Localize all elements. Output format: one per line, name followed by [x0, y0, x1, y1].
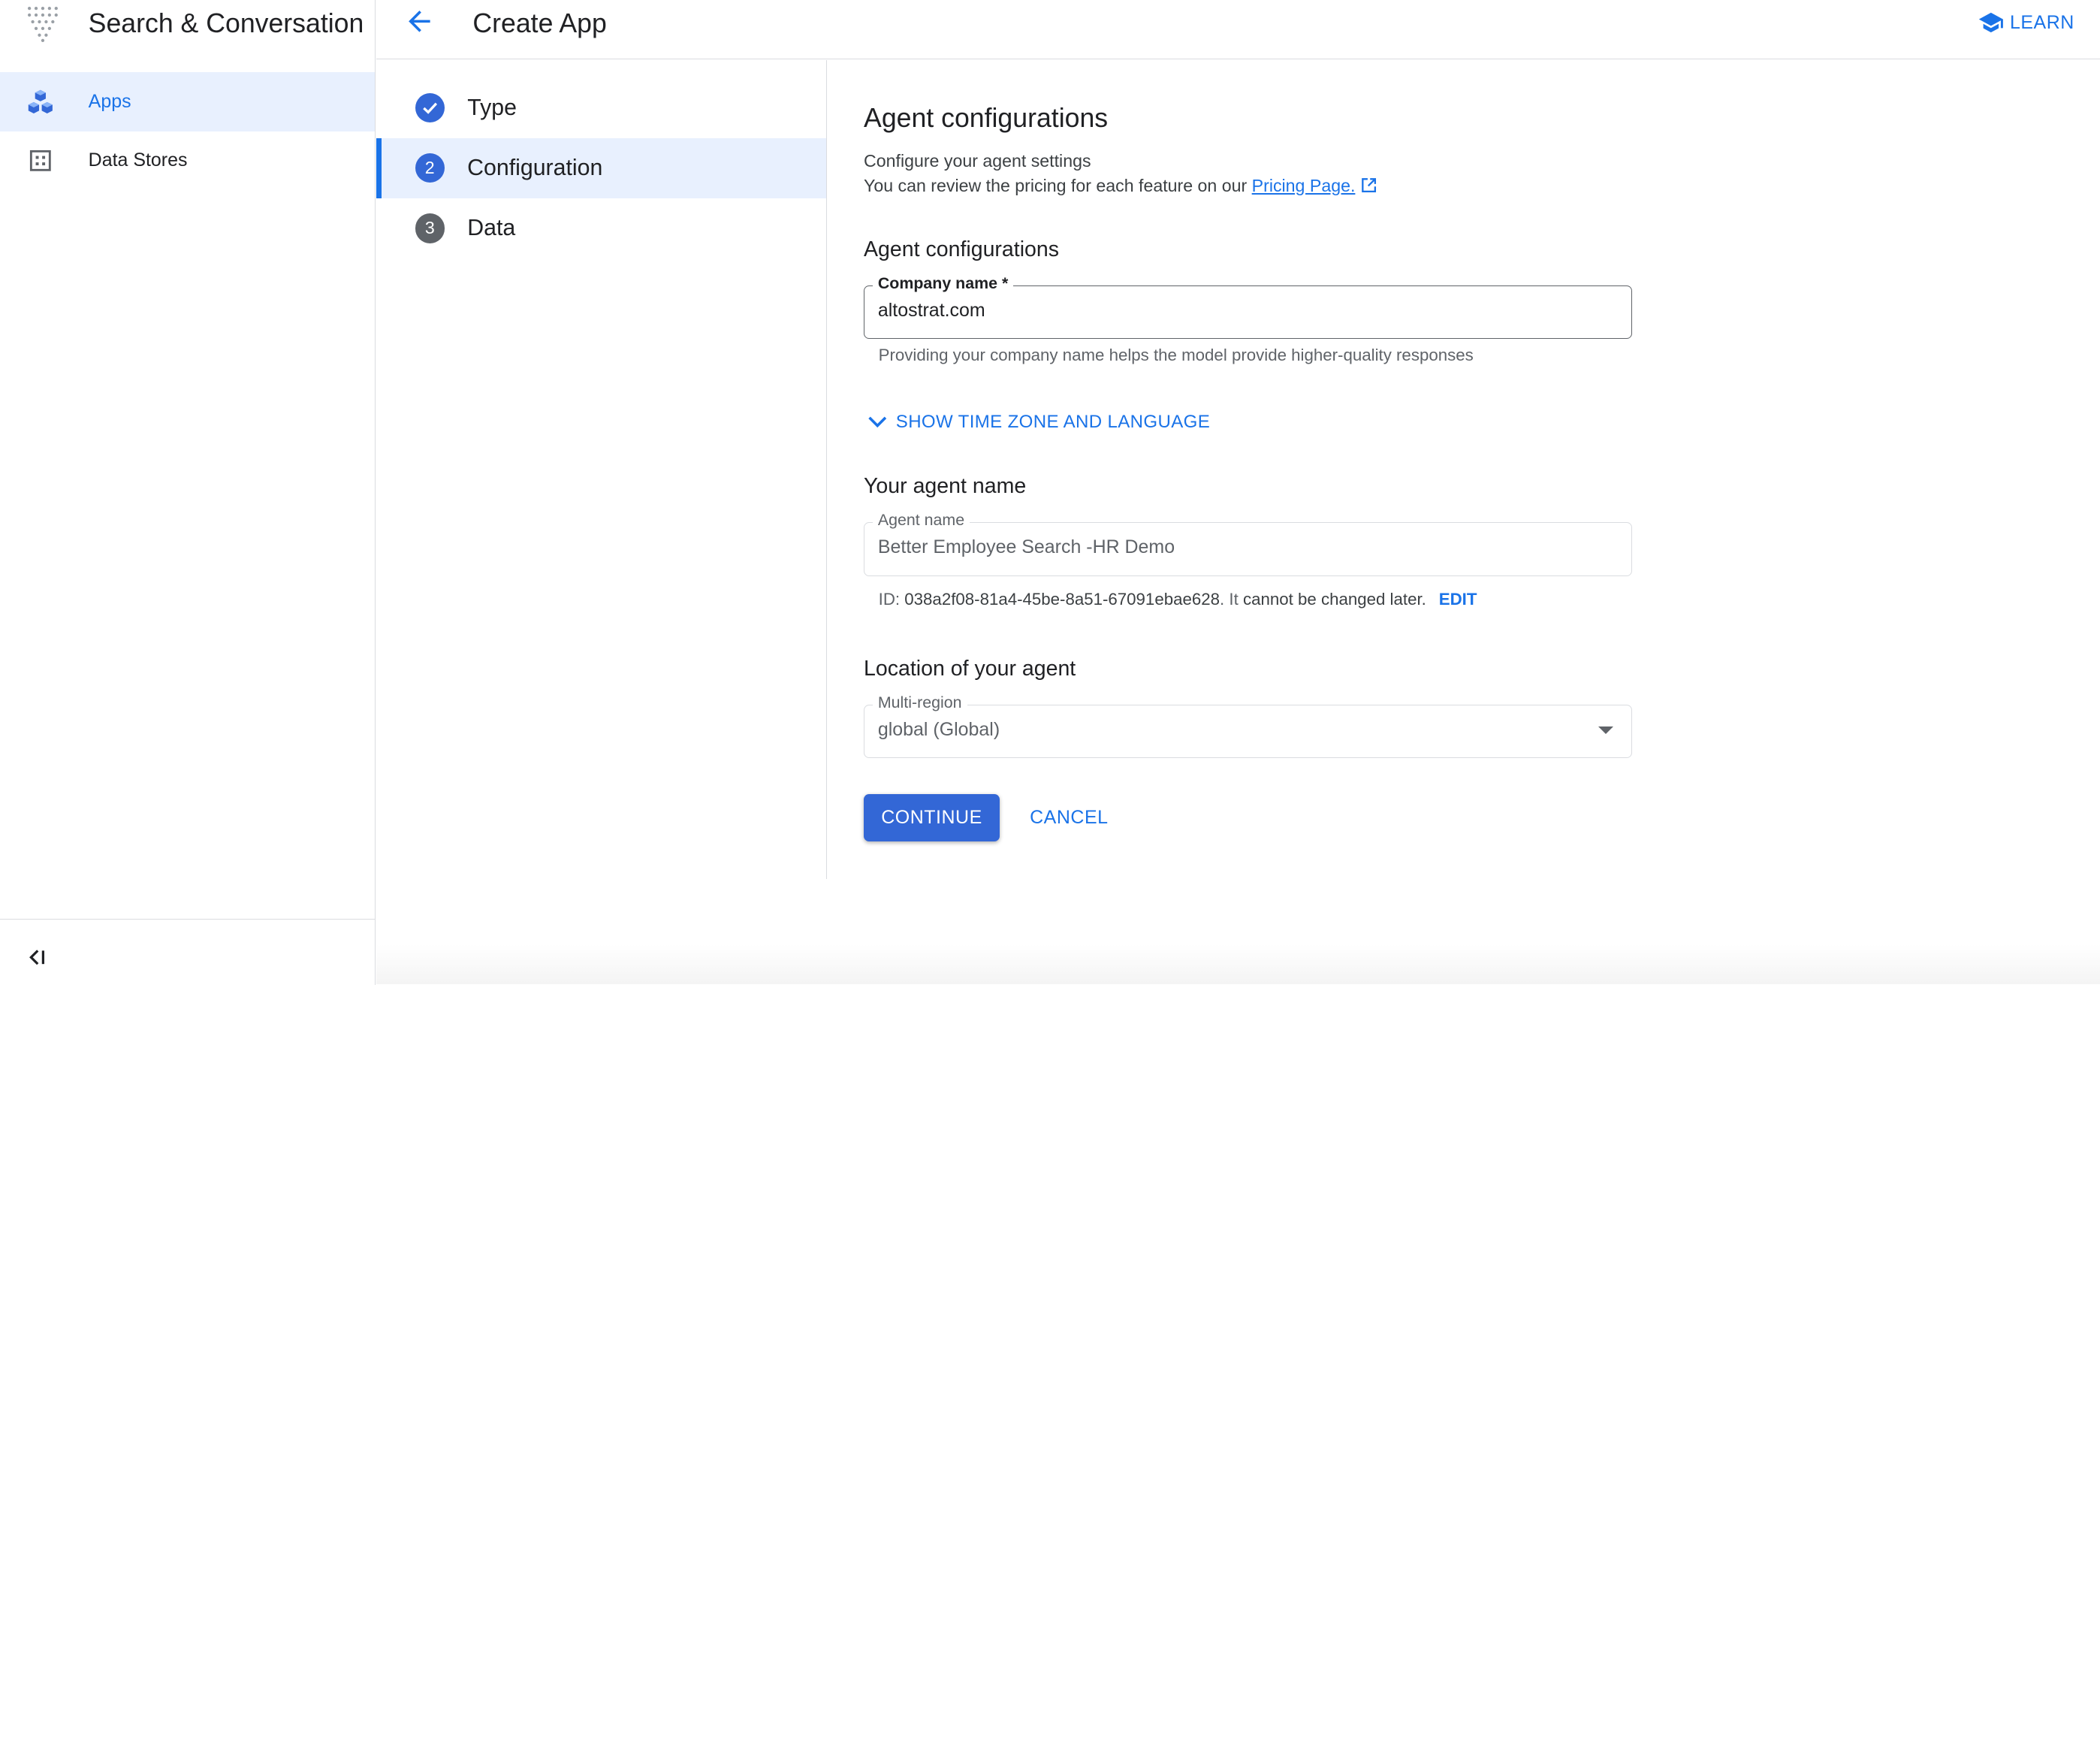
step-data[interactable]: 3 Data — [376, 198, 826, 258]
company-name-hint: Providing your company name helps the mo… — [878, 346, 1474, 364]
step-number: 3 — [415, 213, 445, 243]
company-name-field[interactable]: Company name * altostrat.com — [864, 273, 1633, 340]
step-number: 2 — [415, 153, 445, 183]
sidebar-item-label: Apps — [88, 91, 131, 112]
id-warning: cannot be changed later. — [1242, 589, 1426, 609]
section-agent-name: Your agent name — [864, 474, 1027, 499]
form-heading: Agent configurations — [864, 103, 1109, 134]
agent-id-value: 038a2f08-81a4-45be-8a51-67091ebae628 — [904, 589, 1220, 609]
agent-name-field[interactable]: Agent name Better Employee Search -HR De… — [864, 511, 1633, 576]
location-select[interactable]: Multi-region global (Global) — [864, 693, 1633, 759]
location-label: Multi-region — [872, 693, 967, 712]
section-location: Location of your agent — [864, 656, 1076, 681]
page-title: Create App — [472, 8, 607, 38]
company-name-value: altostrat.com — [877, 299, 985, 321]
continue-button[interactable]: CONTINUE — [864, 794, 1000, 841]
top-bar: Create App LEARN — [376, 0, 2100, 60]
id-prefix: ID: — [878, 589, 901, 609]
section-agent-configurations: Agent configurations — [864, 237, 1060, 261]
step-label: Data — [467, 215, 516, 240]
show-time-zone-language-toggle[interactable]: SHOW TIME ZONE AND LANGUAGE — [867, 411, 1211, 433]
stepper: Type 2 Configuration 3 Data — [376, 60, 828, 879]
data-stores-icon — [29, 150, 51, 171]
pricing-note: You can review the pricing for each feat… — [864, 176, 1377, 196]
step-label: Type — [467, 95, 517, 120]
bottom-shade — [376, 944, 2100, 985]
form-subtitle: Configure your agent settings — [864, 151, 1091, 171]
apps-cubes-icon — [28, 89, 53, 113]
app-title: Search & Conversation — [88, 8, 364, 38]
search-conversation-logo-icon — [28, 6, 59, 42]
collapse-bar — [0, 919, 376, 985]
step-type[interactable]: Type — [376, 77, 826, 137]
sidebar-item-apps[interactable]: Apps — [0, 72, 376, 131]
show-tz-label: SHOW TIME ZONE AND LANGUAGE — [895, 411, 1211, 432]
agent-name-label: Agent name — [872, 511, 970, 530]
dropdown-arrow-icon — [1598, 726, 1613, 734]
arrow-back-icon[interactable] — [403, 5, 436, 38]
company-name-label: Company name * — [872, 273, 1014, 293]
pricing-text: You can review the pricing for each feat… — [864, 175, 1248, 195]
app-brand: Search & Conversation — [0, 0, 375, 46]
sidebar-item-data-stores[interactable]: Data Stores — [0, 131, 375, 190]
check-circle-icon — [415, 92, 445, 123]
step-configuration[interactable]: 2 Configuration — [376, 137, 827, 198]
agent-id-line: ID: 038a2f08-81a4-45be-8a51-67091ebae628… — [879, 590, 1477, 609]
cancel-button[interactable]: CANCEL — [1030, 794, 1108, 841]
edit-id-button[interactable]: EDIT — [1439, 590, 1477, 609]
left-nav: Search & Conversation Apps Data Stores — [0, 0, 376, 985]
learn-button[interactable]: LEARN — [1978, 11, 2074, 35]
pricing-page-link[interactable]: Pricing Page. — [1252, 176, 1356, 195]
school-icon — [1978, 13, 2004, 33]
open-in-new-icon[interactable] — [1360, 177, 1377, 194]
location-value: global (Global) — [877, 718, 1000, 740]
chevron-down-icon — [867, 417, 886, 428]
agent-name-value: Better Employee Search -HR Demo — [877, 536, 1175, 558]
learn-label: LEARN — [2009, 11, 2074, 33]
id-suffix: . It — [1220, 589, 1239, 609]
collapse-sidebar-icon[interactable] — [27, 947, 49, 968]
sidebar-item-label: Data Stores — [88, 150, 188, 171]
step-label: Configuration — [467, 155, 603, 180]
